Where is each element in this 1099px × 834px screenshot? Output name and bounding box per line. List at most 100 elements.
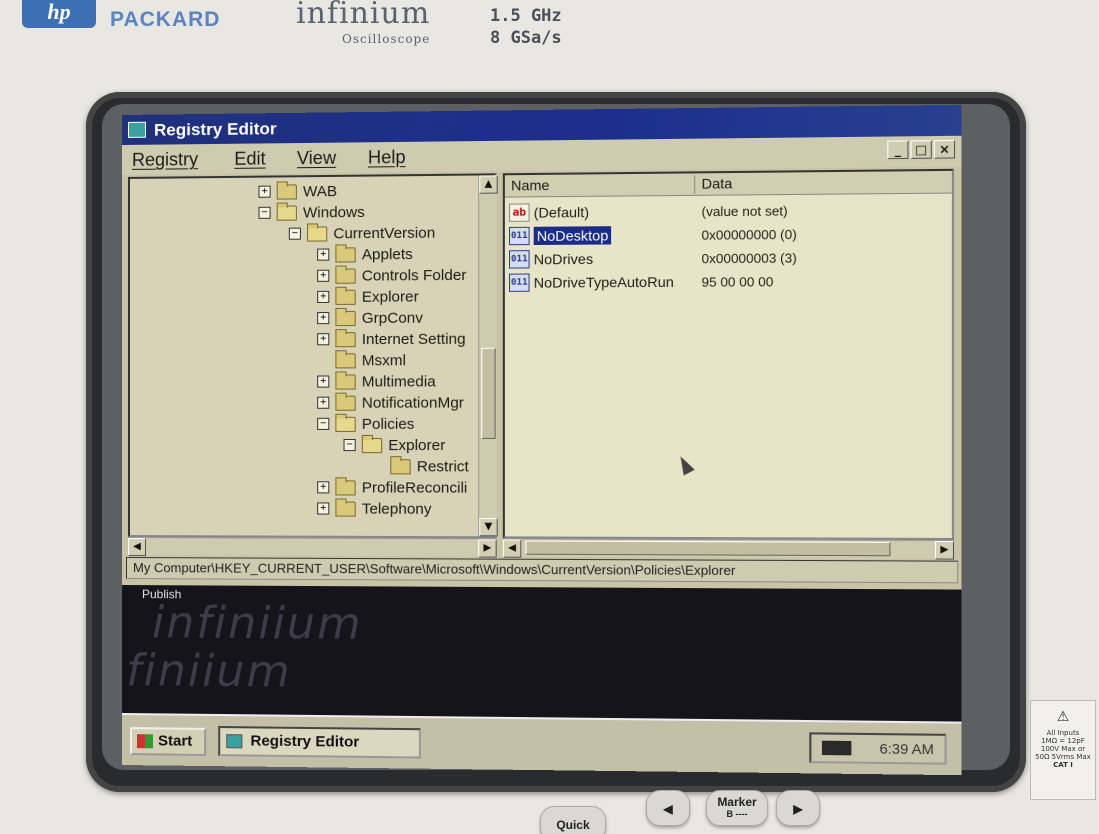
value-name: NoDriveTypeAutoRun [533,273,674,291]
tree-item[interactable]: + GrpConv [317,308,423,329]
tree-item[interactable]: − Explorer [343,435,445,455]
tree-item[interactable]: + ProfileReconcili [317,477,467,497]
start-button[interactable]: Start [129,727,207,756]
menu-help[interactable]: Help [368,147,406,169]
quick-button[interactable]: Quick [540,806,606,834]
tree-item[interactable]: + Controls Folder [317,265,466,286]
marker-button[interactable]: Marker B ---- [706,790,768,826]
scroll-left-arrow-icon[interactable]: ◀ [127,538,146,557]
folder-icon [276,183,297,200]
marker-left-button[interactable]: ◀ [646,790,690,826]
tree-item[interactable]: + Explorer [317,286,419,307]
tree-item[interactable]: + Internet Setting [317,329,466,350]
collapse-icon[interactable]: − [258,206,271,219]
desktop-watermark: infiniium [122,644,292,698]
oscilloscope-branding: hp PACKARD infinium Oscilloscope 1.5 GHz… [0,0,1099,70]
tree-item-label: Explorer [361,287,419,306]
tree-item[interactable]: − CurrentVersion [288,222,436,243]
system-tray: 6:39 AM [809,732,947,765]
tree-item-label: Applets [361,245,413,263]
tree-item[interactable]: − Policies [317,414,414,434]
folder-icon [335,331,356,347]
list-scroll-thumb[interactable] [525,540,891,557]
collapse-icon[interactable]: − [343,438,356,452]
tree-item[interactable]: Restrict [372,456,469,476]
menu-registry[interactable]: Registry [132,149,198,171]
list-header: Name Data [504,170,955,198]
registry-editor-window: Registry Editor Registry Edit View Help … [122,104,962,590]
desktop-icon-publish[interactable]: Publish [142,587,181,601]
tree-item-label: Multimedia [361,372,436,391]
string-value-icon: ab [509,203,530,222]
maximize-button[interactable]: □ [910,140,932,159]
expand-icon[interactable]: + [258,185,271,198]
folder-icon [335,395,356,411]
list-horizontal-scrollbar[interactable]: ◀ ▶ [502,538,955,560]
column-data[interactable]: Data [695,172,955,194]
marker-right-button[interactable]: ▶ [776,790,820,826]
taskbar-registry-editor[interactable]: Registry Editor [218,726,421,759]
tree-item[interactable]: + Telephony [317,498,432,518]
lcd-screen: infiniium infiniium Publish Registry Edi… [122,104,962,776]
tree-item[interactable]: + Applets [317,244,413,265]
tray-network-icon[interactable] [821,740,852,756]
tree-vertical-scrollbar[interactable]: ▲ ▼ [478,175,498,537]
expand-icon[interactable]: + [317,248,330,261]
close-button[interactable]: × [933,139,956,159]
expand-icon[interactable]: + [317,333,330,346]
tree-item-label: Msxml [361,351,406,369]
status-bar-path: My Computer\HKEY_CURRENT_USER\Software\M… [125,557,959,584]
minimize-button[interactable]: _ [887,140,909,160]
rating-line: 100V Max or [1040,745,1086,753]
tree-item[interactable]: + WAB [258,181,337,202]
tree-item[interactable]: − Windows [258,202,365,223]
taskbar: Start Registry Editor 6:39 AM [122,713,962,776]
value-data: 95 00 00 00 [701,274,774,290]
tree-item-label: ProfileReconcili [361,478,468,497]
marker-label: Marker [717,795,757,809]
expand-icon[interactable]: + [317,290,330,304]
menu-edit[interactable]: Edit [234,148,265,169]
binary-value-icon: 011 [509,273,530,292]
tree-item[interactable]: Msxml [317,350,406,370]
product-subtitle: Oscilloscope [342,32,431,46]
collapse-icon[interactable]: − [288,227,301,240]
tree-item-label: Restrict [416,457,469,475]
expand-icon[interactable]: + [317,481,330,494]
tree-horizontal-scrollbar[interactable]: ◀ ▶ [127,537,497,558]
tree-item-label: Telephony [361,500,432,518]
expand-icon[interactable]: + [317,269,330,282]
folder-icon [390,458,411,474]
clock[interactable]: 6:39 AM [880,740,934,757]
spec-samplerate: 8 GSa/s [490,28,562,48]
key-tree-pane[interactable]: + WAB − Windows − CurrentVersion + Applets + Cont… [127,173,497,539]
expand-icon[interactable]: + [317,312,330,325]
value-row[interactable]: 011 NoDriveTypeAutoRun [509,271,674,294]
collapse-icon[interactable]: − [317,417,330,430]
window-title: Registry Editor [153,119,277,140]
expand-icon[interactable]: + [317,375,330,388]
tree-item-label: Controls Folder [361,266,467,285]
scroll-left-arrow-icon[interactable]: ◀ [502,539,522,558]
expand-icon[interactable]: + [317,502,330,515]
tree-scroll-thumb[interactable] [481,347,496,439]
scroll-right-arrow-icon[interactable]: ▶ [478,539,497,558]
value-list-pane[interactable]: Name Data ab (Default) (value not set) 011 N… [502,168,955,541]
column-name[interactable]: Name [504,175,696,196]
expand-icon[interactable]: + [317,396,330,409]
value-row[interactable]: 011 NoDrives [509,248,593,271]
quick-label: Quick [556,818,590,832]
tree-item-label: CurrentVersion [333,223,436,242]
scroll-down-arrow-icon[interactable]: ▼ [479,518,498,537]
tree-item[interactable]: + NotificationMgr [317,392,464,412]
start-label: Start [157,732,193,750]
scroll-up-arrow-icon[interactable]: ▲ [479,175,498,194]
scroll-right-arrow-icon[interactable]: ▶ [934,540,955,560]
value-data: 0x00000003 (3) [701,250,797,267]
value-name: NoDrives [533,250,594,268]
rating-line: All Inputs [1046,729,1080,737]
tree-item[interactable]: + Multimedia [317,371,436,391]
value-row[interactable]: ab (Default) [509,201,589,224]
value-row[interactable]: 011 NoDesktop [509,224,613,247]
menu-view[interactable]: View [297,148,336,170]
